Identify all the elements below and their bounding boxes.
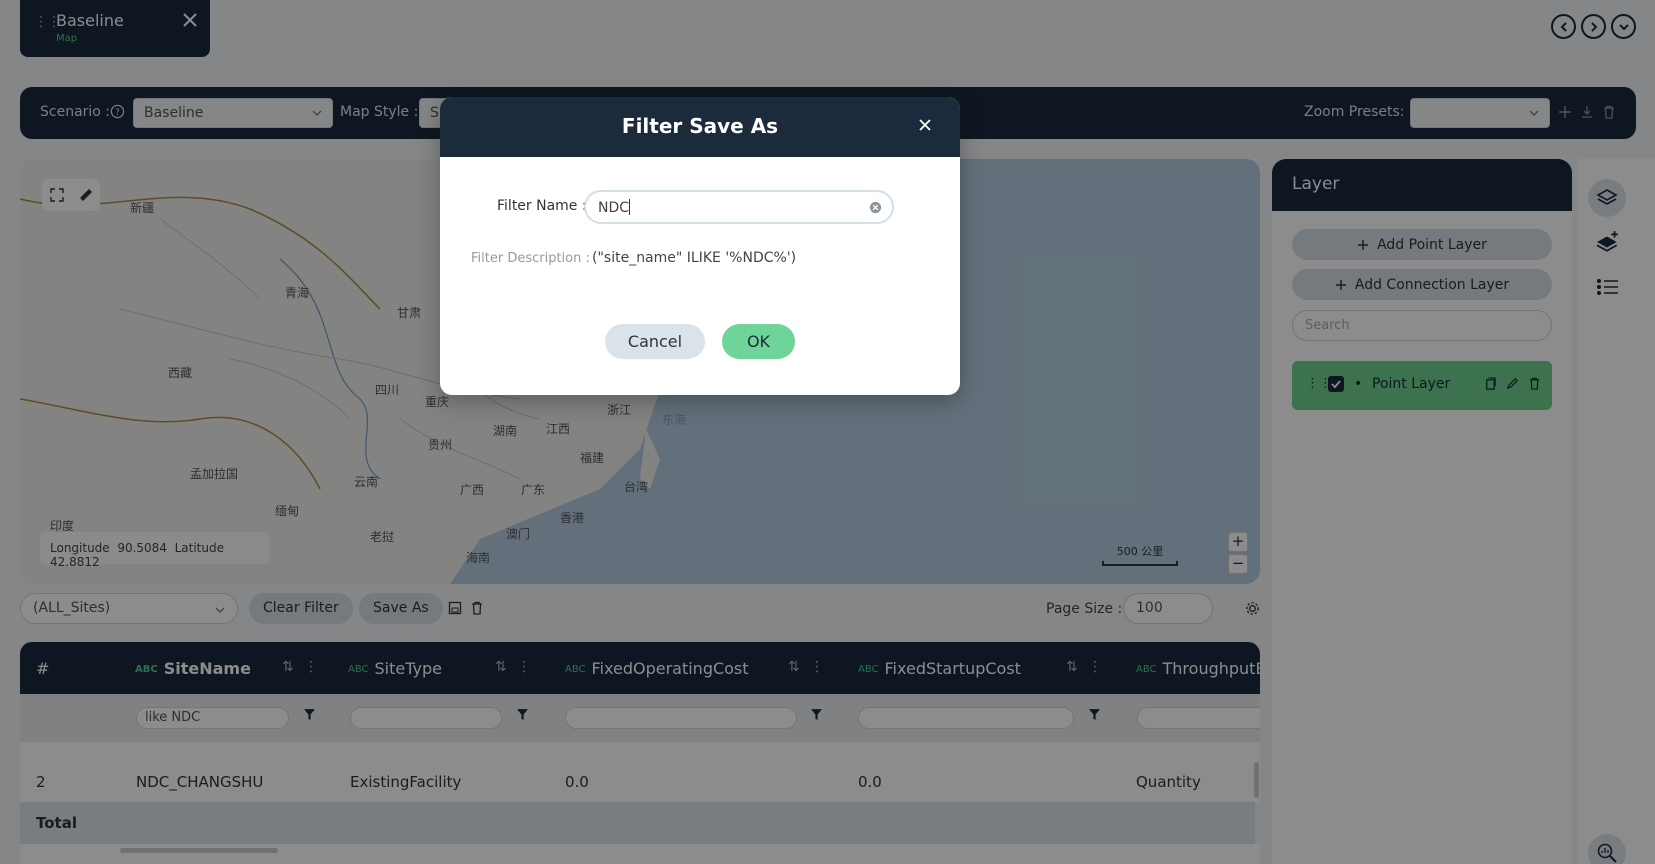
close-icon[interactable] [917, 117, 933, 133]
cancel-button[interactable]: Cancel [605, 324, 705, 359]
text-caret [629, 199, 631, 215]
dialog-header: Filter Save As [440, 97, 960, 157]
filter-name-input[interactable]: NDC [584, 190, 894, 224]
ok-button[interactable]: OK [722, 324, 795, 359]
filter-description-label: Filter Description : [471, 251, 590, 266]
filter-name-value: NDC [598, 200, 630, 216]
filter-description-value: ("site_name" ILIKE '%NDC%') [592, 250, 797, 266]
filter-save-as-dialog: Filter Save As Filter Name : NDC Filter … [440, 97, 960, 395]
filter-name-label: Filter Name : [497, 198, 587, 214]
clear-input-icon[interactable] [869, 201, 882, 214]
dialog-title: Filter Save As [621, 114, 779, 138]
